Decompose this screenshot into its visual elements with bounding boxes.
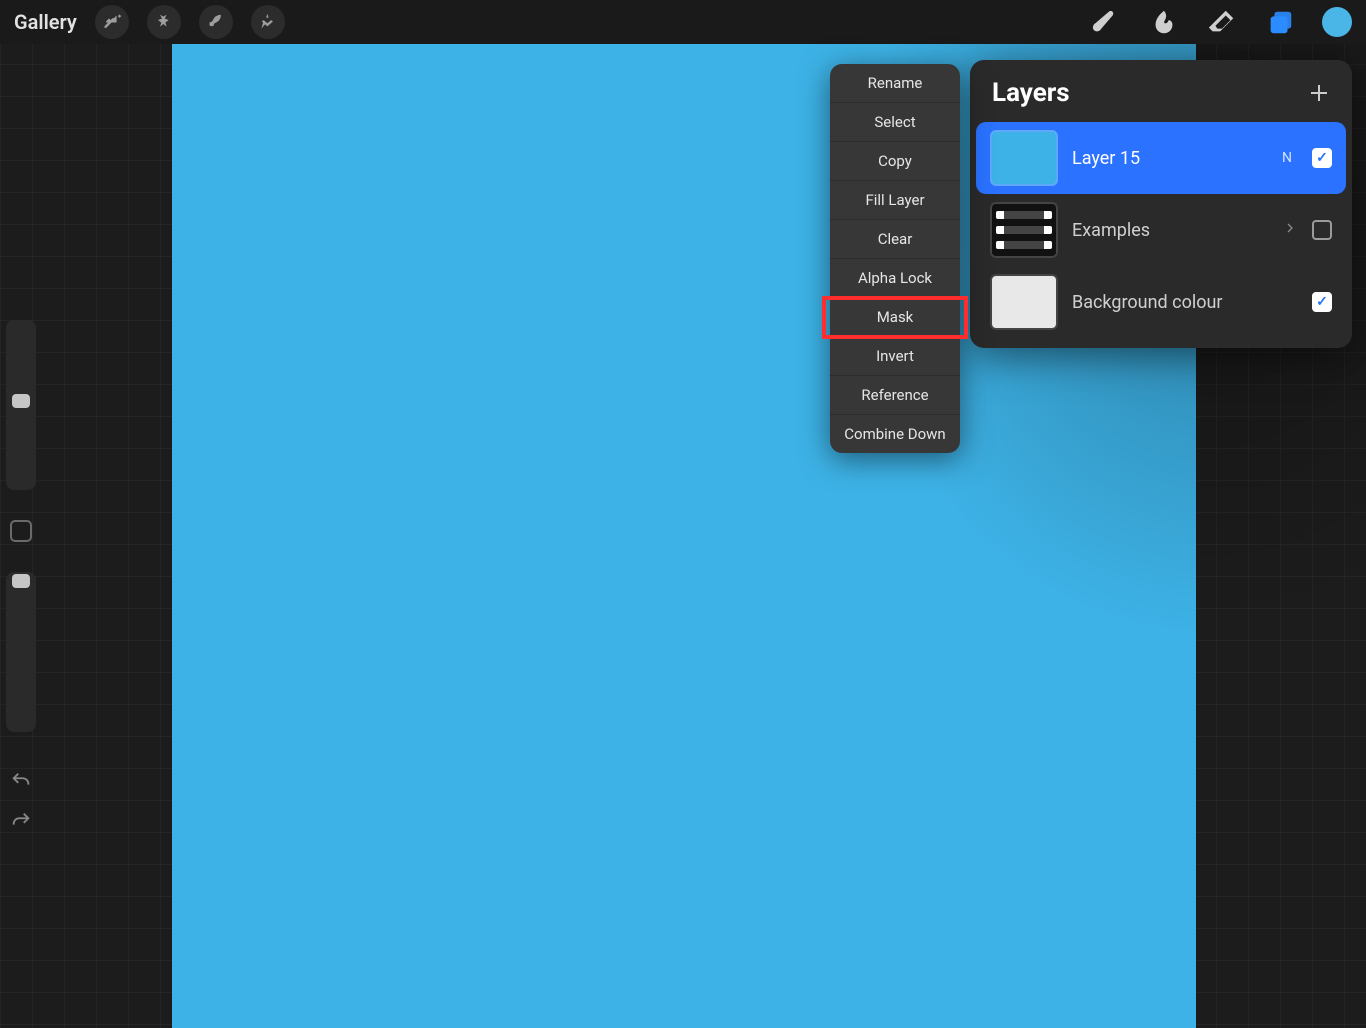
- layer-thumbnail: [990, 130, 1058, 186]
- visibility-checkbox[interactable]: [1312, 148, 1332, 168]
- top-toolbar: Gallery: [0, 0, 1366, 44]
- layer-row-background[interactable]: Background colour: [976, 266, 1346, 338]
- undo-icon[interactable]: [10, 770, 32, 792]
- brush-size-slider[interactable]: [6, 320, 36, 490]
- context-menu-item-select[interactable]: Select: [830, 103, 960, 142]
- selection-icon[interactable]: [199, 5, 233, 39]
- context-menu-item-copy[interactable]: Copy: [830, 142, 960, 181]
- layers-panel: Layers Layer 15 N Examples Background co…: [970, 60, 1352, 348]
- layer-name: Background colour: [1072, 292, 1298, 313]
- context-menu-item-reference[interactable]: Reference: [830, 376, 960, 415]
- layers-icon[interactable]: [1264, 6, 1296, 38]
- smudge-icon[interactable]: [1148, 6, 1180, 38]
- visibility-checkbox[interactable]: [1312, 292, 1332, 312]
- add-layer-button[interactable]: [1304, 78, 1334, 108]
- undo-redo: [10, 770, 32, 832]
- layer-row-examples[interactable]: Examples: [976, 194, 1346, 266]
- context-menu-item-clear[interactable]: Clear: [830, 220, 960, 259]
- gallery-button[interactable]: Gallery: [14, 10, 77, 34]
- brush-opacity-slider[interactable]: [6, 572, 36, 732]
- visibility-checkbox[interactable]: [1312, 220, 1332, 240]
- layer-row-layer15[interactable]: Layer 15 N: [976, 122, 1346, 194]
- layer-name: Layer 15: [1072, 148, 1262, 169]
- toolbar-right: [1090, 6, 1352, 38]
- transform-icon[interactable]: [251, 5, 285, 39]
- layer-thumbnail: [990, 274, 1058, 330]
- modify-button[interactable]: [10, 520, 32, 542]
- layer-name: Examples: [1072, 220, 1268, 241]
- color-picker-button[interactable]: [1322, 7, 1352, 37]
- chevron-right-icon[interactable]: [1282, 220, 1298, 240]
- context-menu-item-mask[interactable]: Mask: [830, 298, 960, 337]
- blend-mode-indicator[interactable]: N: [1276, 150, 1298, 166]
- toolbar-left: Gallery: [14, 5, 285, 39]
- layer-thumbnail: [990, 202, 1058, 258]
- redo-icon[interactable]: [10, 810, 32, 832]
- context-menu-item-fill-layer[interactable]: Fill Layer: [830, 181, 960, 220]
- layer-context-menu: RenameSelectCopyFill LayerClearAlpha Loc…: [830, 64, 960, 453]
- layers-title: Layers: [992, 78, 1070, 108]
- context-menu-item-rename[interactable]: Rename: [830, 64, 960, 103]
- slider-thumb[interactable]: [12, 574, 30, 588]
- layers-header: Layers: [970, 72, 1352, 122]
- slider-thumb[interactable]: [12, 394, 30, 408]
- context-menu-item-combine-down[interactable]: Combine Down: [830, 415, 960, 453]
- side-sliders: [4, 320, 38, 732]
- actions-icon[interactable]: [95, 5, 129, 39]
- eraser-icon[interactable]: [1206, 6, 1238, 38]
- context-menu-item-alpha-lock[interactable]: Alpha Lock: [830, 259, 960, 298]
- context-menu-item-invert[interactable]: Invert: [830, 337, 960, 376]
- brush-icon[interactable]: [1090, 6, 1122, 38]
- adjustments-icon[interactable]: [147, 5, 181, 39]
